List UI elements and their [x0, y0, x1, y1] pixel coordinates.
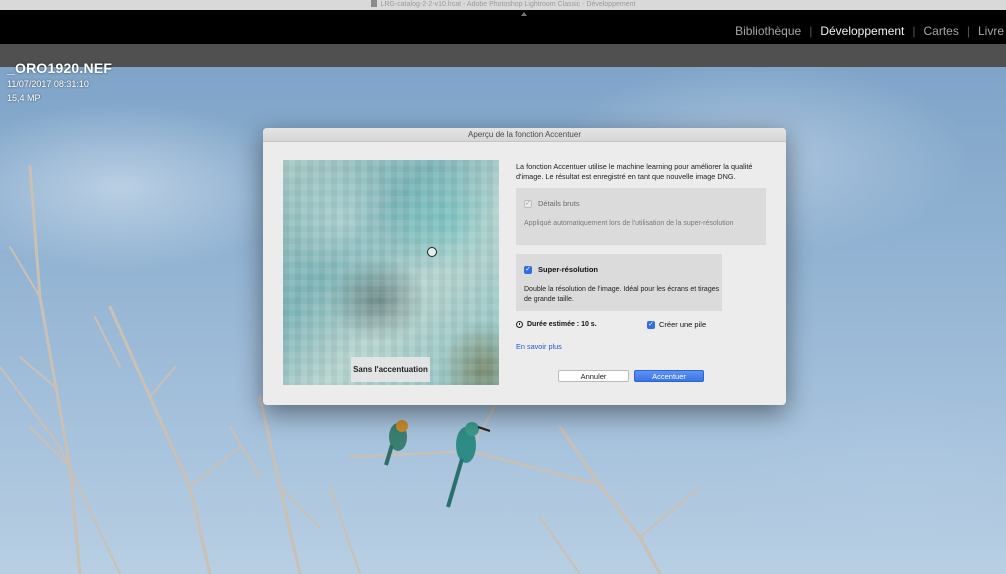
module-bibliotheque[interactable]: Bibliothèque — [727, 24, 809, 38]
raw-details-description: Appliqué automatiquement lors de l'utili… — [524, 220, 734, 227]
super-resolution-description: Double la résolution de l'image. Idéal p… — [524, 286, 720, 303]
bird-right — [446, 422, 491, 508]
duration-text: Durée estimée : 10 s. — [527, 321, 597, 328]
super-resolution-panel: ✓ Super-résolution Double la résolution … — [516, 254, 722, 311]
window-title: LRG-catalog-2-2-v10.lrcat - Adobe Photos… — [380, 1, 636, 8]
module-bar: Bibliothèque | Développement | Cartes | … — [0, 10, 1006, 44]
window-title-bar: LRG-catalog-2-2-v10.lrcat - Adobe Photos… — [0, 0, 1006, 10]
collapse-top-panel-icon[interactable] — [521, 12, 527, 16]
module-cartes[interactable]: Cartes — [916, 24, 967, 38]
super-resolution-option[interactable]: ✓ Super-résolution — [524, 265, 598, 274]
module-developpement[interactable]: Développement — [812, 24, 912, 38]
enhance-preview-dialog: Aperçu de la fonction Accentuer Sans l'a… — [263, 128, 786, 405]
photo-megapixels: 15,4 MP — [7, 93, 41, 103]
bird-left — [384, 420, 408, 466]
cancel-button[interactable]: Annuler — [558, 370, 629, 382]
create-stack-checkbox[interactable]: ✓ — [647, 320, 655, 329]
preview-caption: Sans l'accentuation — [351, 357, 430, 382]
photo-datetime: 11/07/2017 08:31:10 — [7, 79, 89, 89]
dialog-title: Aperçu de la fonction Accentuer — [263, 128, 786, 142]
module-picker: Bibliothèque | Développement | Cartes | … — [727, 24, 1006, 38]
estimated-duration: Durée estimée : 10 s. — [516, 321, 597, 328]
hand-cursor-icon — [427, 247, 437, 257]
super-resolution-checkbox[interactable]: ✓ — [524, 265, 532, 274]
photo-info-overlay: _ORO1920.NEF 11/07/2017 08:31:10 15,4 MP — [7, 60, 112, 104]
dialog-description: La fonction Accentuer utilise le machine… — [516, 162, 753, 181]
create-stack-label[interactable]: Créer une pile — [659, 320, 706, 329]
photo-filename: _ORO1920.NEF — [7, 60, 113, 76]
super-resolution-label[interactable]: Super-résolution — [538, 265, 598, 274]
module-livre[interactable]: Livre — [970, 24, 1006, 38]
raw-details-panel: ✓ Détails bruts Appliqué automatiquement… — [516, 188, 766, 245]
raw-details-option: ✓ Détails bruts — [524, 199, 580, 208]
document-icon — [370, 0, 377, 7]
learn-more-link[interactable]: En savoir plus — [516, 342, 562, 351]
clock-icon — [516, 321, 523, 328]
preview-pixelation — [283, 160, 499, 385]
enhance-preview-image[interactable]: Sans l'accentuation — [283, 160, 499, 385]
create-stack-option[interactable]: ✓ Créer une pile — [647, 320, 706, 329]
raw-details-label: Détails bruts — [538, 199, 580, 208]
raw-details-checkbox: ✓ — [524, 199, 532, 208]
enhance-button[interactable]: Accentuer — [634, 370, 704, 382]
